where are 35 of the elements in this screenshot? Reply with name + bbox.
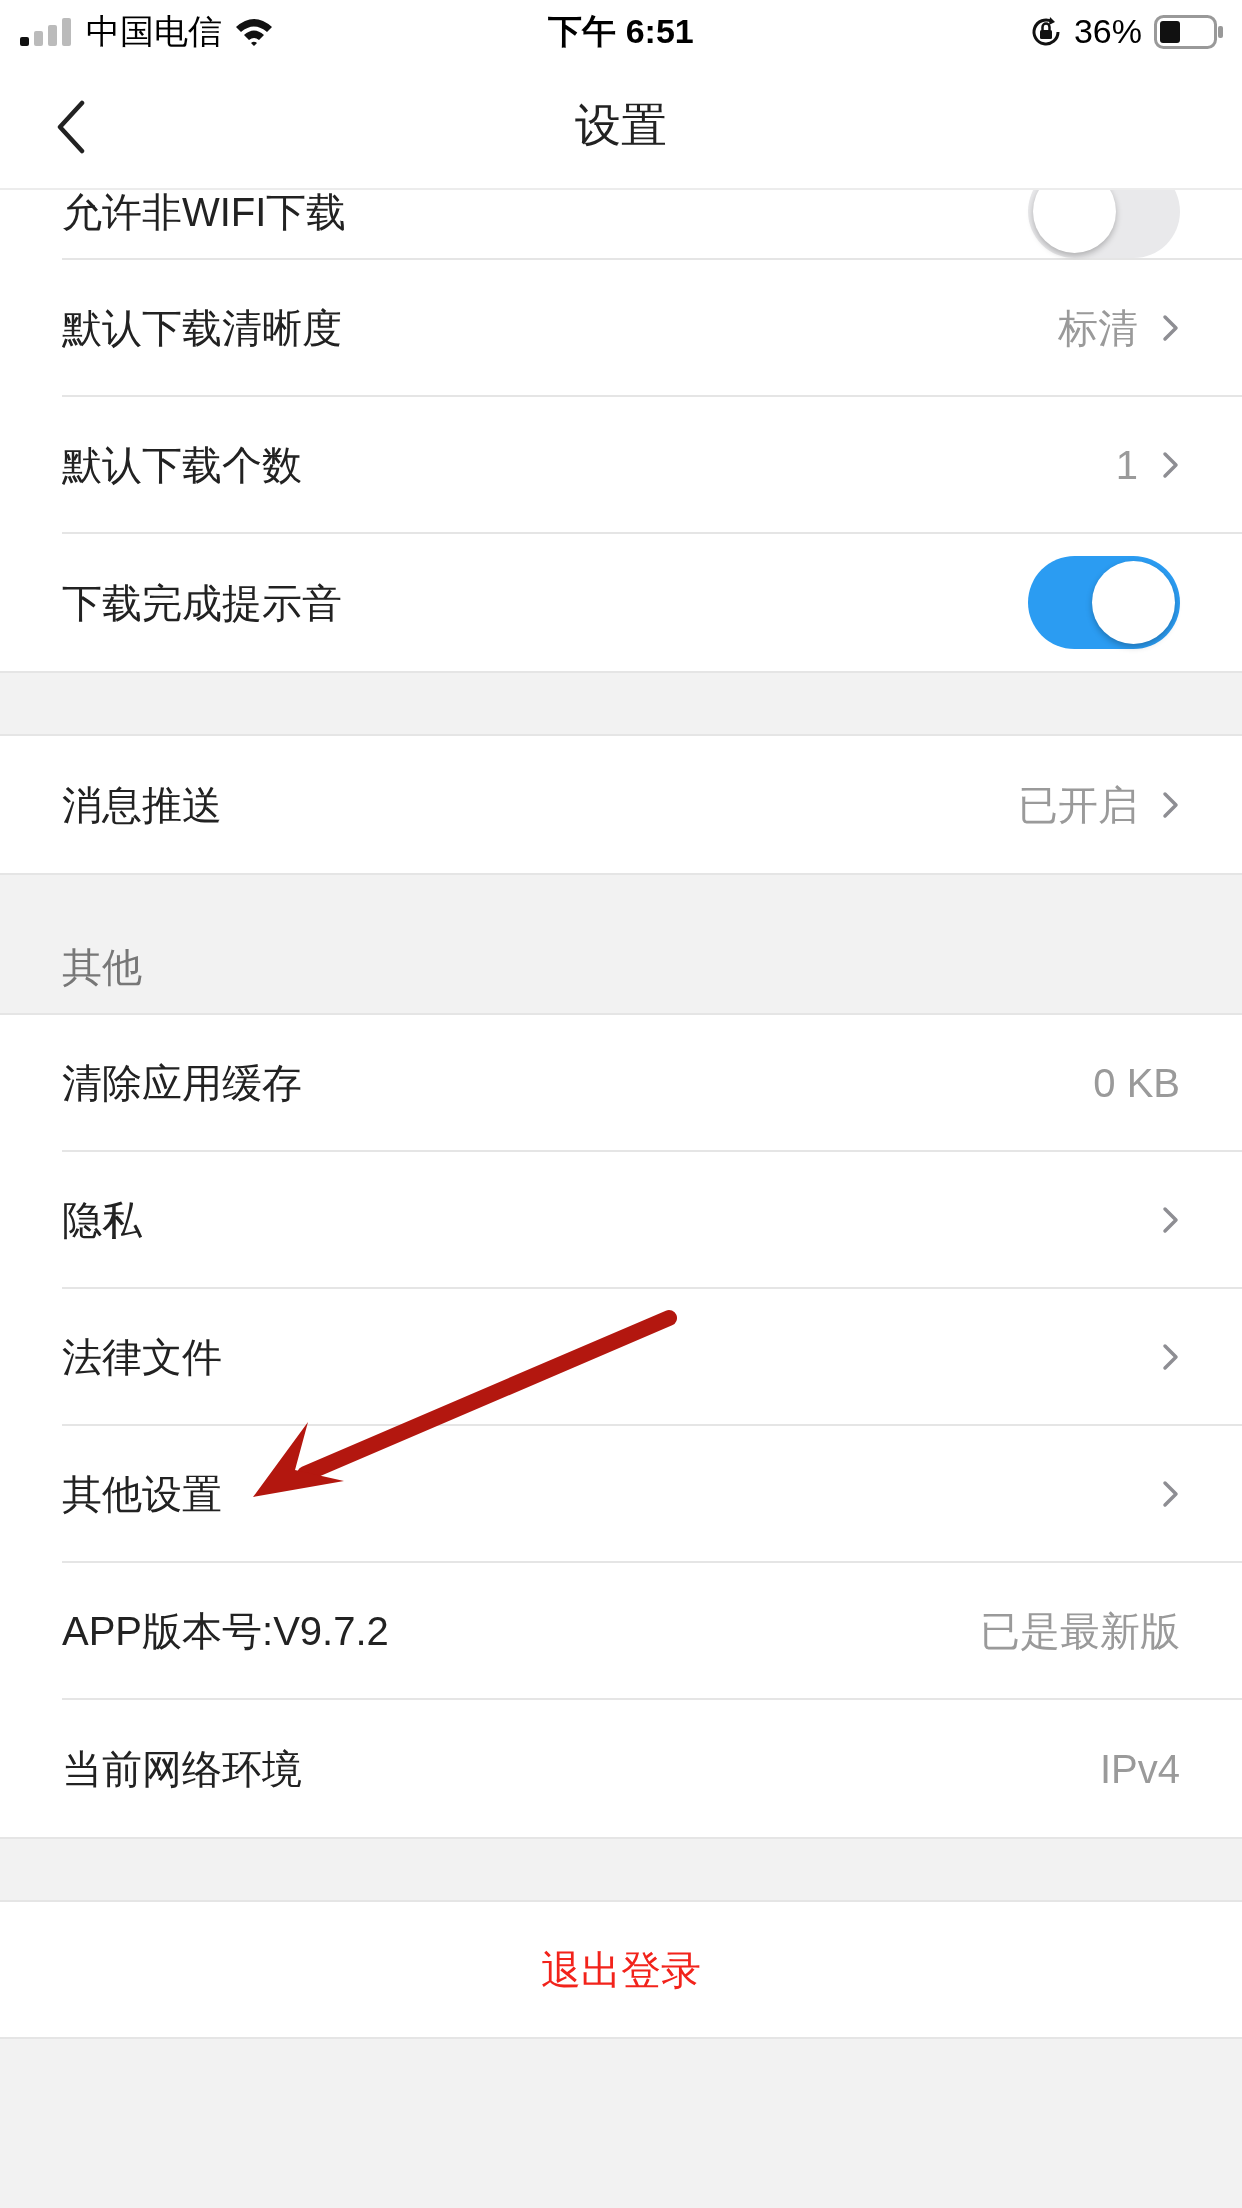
setting-label: 允许非WIFI下载 — [62, 190, 348, 236]
setting-label: 法律文件 — [62, 1333, 223, 1381]
battery-percent: 36% — [1073, 11, 1142, 52]
setting-value: IPv4 — [1099, 1745, 1180, 1793]
status-time: 下午 6:51 — [548, 11, 694, 52]
setting-label: 下载完成提示音 — [62, 579, 343, 627]
chevron-right-icon — [1162, 1479, 1180, 1508]
setting-label: 清除应用缓存 — [62, 1059, 303, 1107]
wifi-icon — [234, 16, 274, 47]
setting-value: 1 — [1115, 441, 1138, 489]
logout-button[interactable]: 退出登录 — [0, 1902, 1242, 2039]
setting-label: 默认下载清晰度 — [62, 304, 343, 352]
carrier-name: 中国电信 — [86, 11, 222, 52]
page-title: 设置 — [575, 98, 667, 153]
chevron-right-icon — [1162, 1205, 1180, 1234]
back-icon[interactable] — [56, 100, 86, 154]
toggle-switch[interactable] — [1028, 190, 1180, 258]
setting-value: 已开启 — [1018, 781, 1138, 829]
setting-value: 已是最新版 — [980, 1607, 1180, 1655]
chevron-right-icon — [1162, 1342, 1180, 1371]
setting-value: 0 KB — [1093, 1059, 1180, 1107]
setting-value: 标清 — [1058, 304, 1138, 352]
setting-label: 其他设置 — [62, 1470, 223, 1518]
signal-icon — [18, 16, 74, 47]
chevron-right-icon — [1162, 450, 1180, 479]
section-header: 其他 — [62, 944, 142, 991]
setting-label: 消息推送 — [62, 781, 223, 829]
chevron-right-icon — [1162, 313, 1180, 342]
rotation-lock-icon — [1029, 15, 1062, 48]
setting-label: 当前网络环境 — [62, 1745, 303, 1793]
setting-label: 隐私 — [62, 1196, 143, 1244]
battery-icon — [1154, 14, 1224, 49]
chevron-right-icon — [1162, 790, 1180, 819]
setting-label: APP版本号:V9.7.2 — [62, 1607, 390, 1655]
setting-label: 默认下载个数 — [62, 441, 303, 489]
